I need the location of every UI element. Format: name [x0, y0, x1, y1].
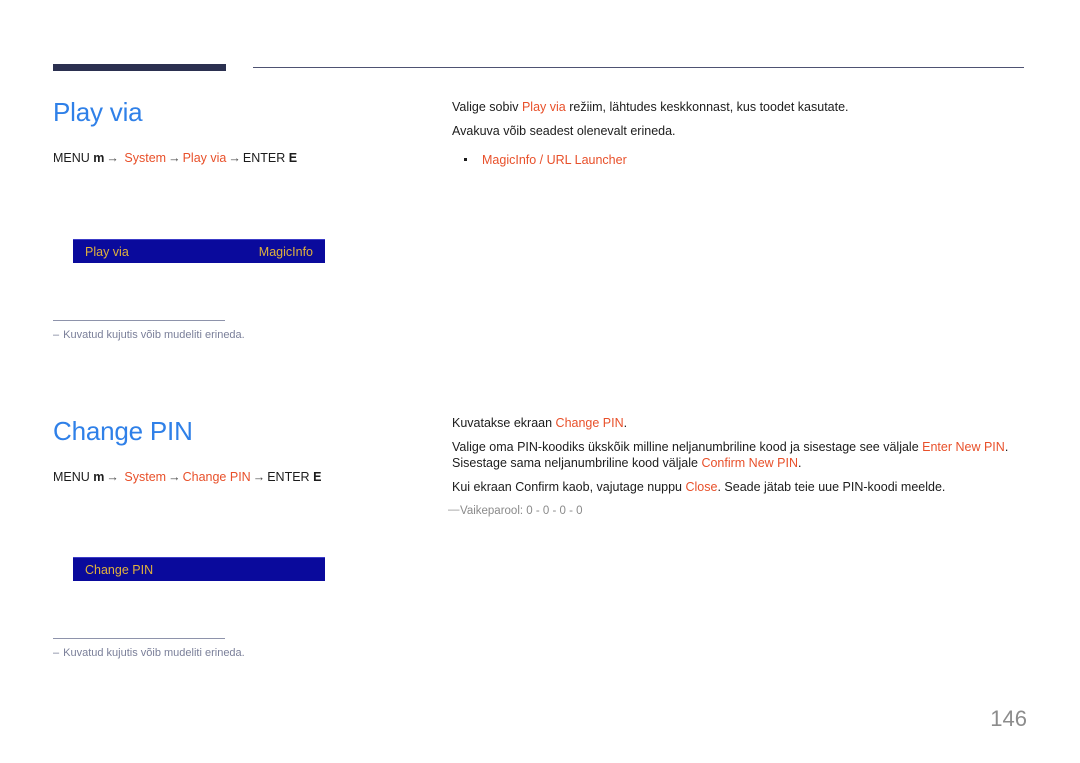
menu-path-step-system[interactable]: System	[124, 151, 166, 165]
right-column-play-via: Valige sobiv Play via režiim, lähtudes k…	[452, 96, 1027, 170]
subnote-dash-icon: —	[448, 504, 460, 516]
header-rule	[53, 62, 1024, 76]
description-text: Valige sobiv	[452, 100, 522, 114]
keyword-close: Close	[685, 480, 718, 494]
enter-key-icon: E	[313, 470, 322, 484]
menu-path-play-via: MENU m → System → Play via → ENTER E	[53, 150, 433, 166]
footnote-text: Kuvatud kujutis võib mudeliti erineda.	[63, 329, 245, 341]
manual-page: Play via MENU m → System → Play via → ENTER E…	[0, 0, 1080, 763]
default-password-note: — Vaikeparool: 0 - 0 - 0 - 0	[448, 503, 1027, 519]
footnote-change-pin: – Kuvatud kujutis võib mudeliti erineda.	[53, 638, 383, 661]
menu-path-step-system[interactable]: System	[124, 470, 166, 484]
description-paragraph-2: Valige oma PIN-koodiks ükskõik milline n…	[452, 439, 1027, 471]
enter-key-icon: E	[288, 151, 298, 165]
description-paragraph-2: Avakuva võib seadest olenevalt erineda.	[452, 124, 676, 138]
description-text: Kuvatakse ekraan	[452, 416, 556, 430]
menu-key-icon: m	[93, 151, 105, 165]
menu-path-prefix: MENU	[53, 151, 90, 165]
osd-menu-row-play-via[interactable]: Play via MagicInfo	[73, 239, 325, 263]
options-list: MagicInfo / URL Launcher	[452, 150, 1027, 170]
arrow-icon: →	[228, 151, 241, 165]
description-text: . Seade jätab teie uue PIN-koodi meelde.	[717, 480, 946, 494]
description-text: Kui ekraan Confirm kaob, vajutage nuppu	[452, 480, 686, 494]
subnote-text: Vaikeparool: 0 - 0 - 0 - 0	[460, 505, 583, 517]
keyword-confirm-new-pin: Confirm New PIN	[701, 456, 798, 470]
footnote-play-via: – Kuvatud kujutis võib mudeliti erineda.	[53, 320, 383, 343]
description-paragraph: Kuvatakse ekraan Change PIN.	[452, 415, 1027, 431]
arrow-icon: →	[252, 470, 266, 484]
header-rule-thick	[53, 64, 226, 71]
header-rule-thin	[253, 67, 1024, 68]
description-paragraph: Valige sobiv Play via režiim, lähtudes k…	[452, 96, 1027, 118]
menu-path-prefix: MENU	[53, 470, 90, 484]
left-column-change-pin: Change PIN MENU m → System → Change PIN → ENT…	[53, 415, 433, 485]
osd-label: Play via	[85, 244, 129, 259]
menu-path-change-pin: MENU m → System → Change PIN → ENTER E	[53, 469, 433, 485]
footnote-dash-icon: –	[53, 329, 60, 341]
footnote-divider	[53, 638, 225, 639]
arrow-icon: →	[168, 470, 181, 484]
arrow-icon: →	[106, 470, 119, 484]
menu-path-step-play-via[interactable]: Play via	[183, 151, 227, 165]
description-text: Valige oma PIN-koodiks ükskõik milline n…	[452, 440, 923, 454]
footnote-divider	[53, 320, 225, 321]
footnote-text-wrapper: – Kuvatud kujutis võib mudeliti erineda.	[53, 328, 383, 343]
osd-menu-row-change-pin[interactable]: Change PIN	[73, 557, 325, 581]
footnote-dash-icon: –	[53, 647, 60, 659]
description-text: .	[798, 456, 802, 470]
page-title-play-via: Play via	[53, 97, 143, 127]
osd-label: Change PIN	[85, 562, 154, 577]
page-number: 146	[990, 706, 1027, 731]
list-item: MagicInfo / URL Launcher	[452, 150, 1027, 170]
keyword-change-pin: Change PIN	[555, 416, 624, 430]
keyword-enter-new-pin: Enter New PIN	[922, 440, 1005, 454]
keyword-play-via: Play via	[521, 100, 566, 114]
footnote-text: Kuvatud kujutis võib mudeliti erineda.	[63, 647, 245, 659]
menu-key-icon: m	[93, 470, 105, 484]
description-paragraph-3: Kui ekraan Confirm kaob, vajutage nuppu …	[452, 479, 1027, 495]
menu-path-enter: ENTER	[242, 151, 286, 165]
arrow-icon: →	[168, 151, 181, 165]
description-text: režiim, lähtudes keskkonnast, kus toodet…	[565, 100, 849, 114]
footnote-text-wrapper: – Kuvatud kujutis võib mudeliti erineda.	[53, 646, 383, 661]
arrow-icon: →	[106, 151, 119, 165]
left-column-play-via: Play via MENU m → System → Play via → ENTER E	[53, 96, 433, 166]
menu-path-enter: ENTER	[267, 470, 310, 484]
page-title-change-pin: Change PIN	[53, 416, 193, 446]
right-column-change-pin: Kuvatakse ekraan Change PIN. Valige oma …	[448, 415, 1027, 519]
menu-path-step-change-pin[interactable]: Change PIN	[183, 470, 251, 484]
description-text: .	[623, 416, 628, 430]
osd-value: MagicInfo	[258, 244, 313, 259]
